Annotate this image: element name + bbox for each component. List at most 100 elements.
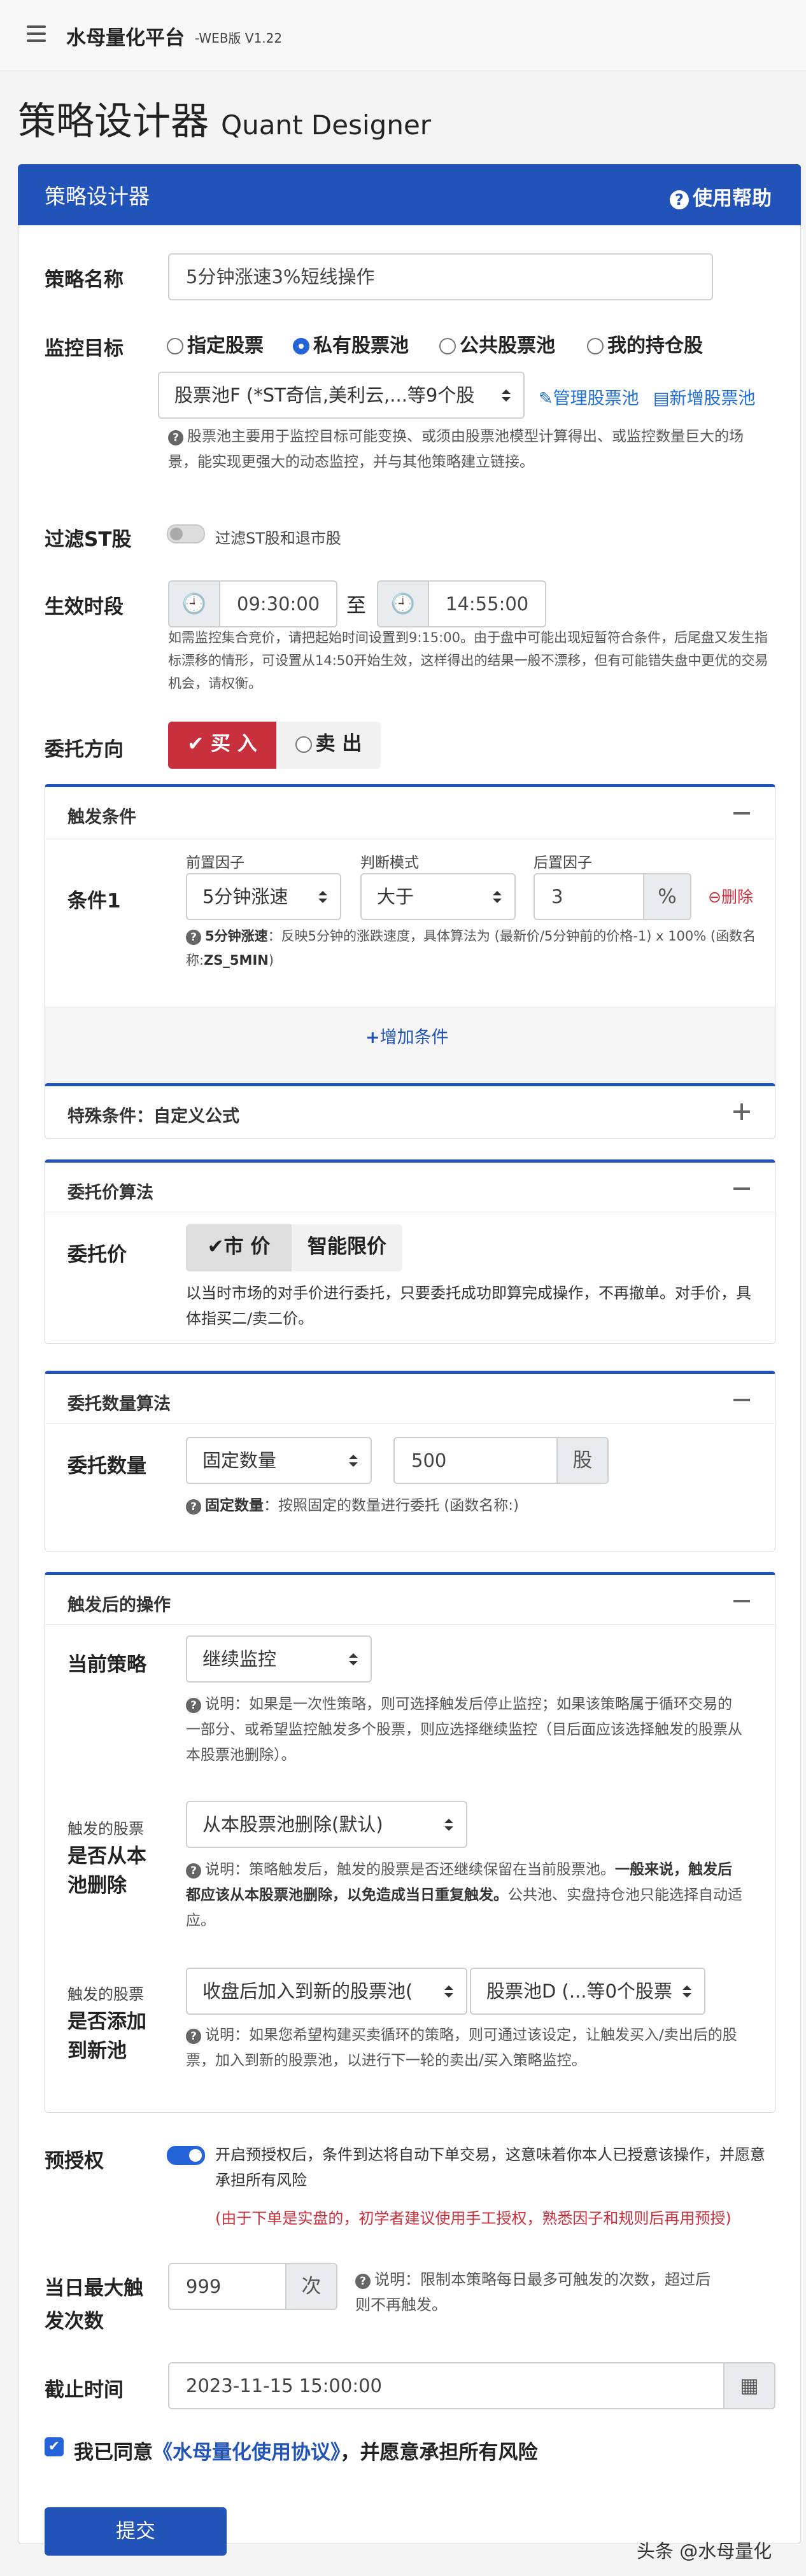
check-circle-icon: ✔: [207, 1235, 224, 1258]
list-icon: ▤: [653, 389, 670, 409]
end-clock-icon: 🕘: [377, 580, 429, 627]
radio-checked-icon: [293, 338, 309, 354]
remove-hint: ? 说明：策略触发后，触发的股票是否还继续保留在当前股票池。一般来说，触发后都应该…: [186, 1861, 742, 1929]
qty-hint: ? 固定数量：按照固定的数量进行委托 (函数名称:): [186, 1493, 753, 1518]
radio-icon: [167, 338, 183, 354]
preauth-warning: (由于下单是实盘的，初学者建议使用手工授权，熟悉因子和规则后再用预授): [215, 2209, 732, 2227]
new-pool-link[interactable]: ▤新增股票池: [653, 384, 756, 409]
target-pool-select[interactable]: 股票池D (...等0个股票: [470, 1968, 705, 2015]
add-hint: ? 说明：如果您希望构建买卖循环的策略，则可通过该设定，让触发买入/卖出后的股票，…: [186, 2027, 737, 2069]
pre-factor-select[interactable]: 5分钟涨速: [186, 873, 341, 920]
active-period-label: 生效时段: [45, 596, 124, 619]
condition-label: 条件1: [67, 890, 121, 913]
pool-select[interactable]: 股票池F (*ST奇信,美利云,...等9个股: [158, 372, 525, 419]
watermark: 头条 @水母量化: [637, 2540, 772, 2562]
toggle-knob: [189, 2149, 202, 2162]
special-title: 特殊条件：自定义公式: [67, 1107, 239, 1126]
monitor-label: 监控目标: [45, 337, 124, 360]
divider: [45, 1624, 775, 1625]
preauth-toggle[interactable]: [167, 2146, 205, 2165]
filter-st-toggle[interactable]: [167, 524, 205, 543]
radio-holdings[interactable]: 我的持仓股: [587, 330, 703, 358]
qty-algo-title: 委托数量算法: [67, 1394, 171, 1414]
monitor-hint: ? 股票池主要用于监控目标可能变换、或须由股票池模型计算得出、或监控数量巨大的场景…: [168, 428, 744, 470]
radio-icon: [587, 338, 604, 354]
edit-icon: ✎: [539, 389, 553, 409]
post-factor-input[interactable]: 3: [534, 873, 644, 920]
col-post-label: 后置因子: [534, 855, 592, 871]
col-mode-label: 判断模式: [360, 855, 419, 871]
filter-st-label: 过滤ST股: [45, 528, 132, 551]
current-strategy-label: 当前策略: [67, 1653, 146, 1676]
question-icon: ?: [355, 2274, 371, 2289]
collapse-icon[interactable]: [733, 812, 750, 815]
help-link[interactable]: ? 使用帮助: [670, 182, 772, 211]
app-version: -WEB版 V1.22: [195, 31, 283, 46]
add-pool-select[interactable]: 收盘后加入到新的股票池(: [186, 1968, 467, 2015]
after-title: 触发后的操作: [67, 1595, 171, 1615]
radio-public-pool[interactable]: 公共股票池: [439, 330, 555, 358]
add-label: 是否添加到新池: [67, 2010, 146, 2062]
app-name[interactable]: 水母量化平台: [66, 22, 185, 50]
question-icon: ?: [168, 430, 183, 445]
delete-condition-button[interactable]: ⊖删除: [708, 885, 753, 907]
start-time-input[interactable]: 09:30:00: [219, 580, 337, 627]
qty-unit: 股: [556, 1437, 609, 1484]
max-trigger-input[interactable]: 999: [168, 2263, 286, 2310]
expand-icon[interactable]: [733, 1103, 750, 1120]
menu-icon[interactable]: [27, 25, 46, 42]
smart-limit-button[interactable]: 智能限价: [292, 1224, 402, 1271]
page-title-en: Quant Designer: [221, 109, 432, 141]
radio-icon: [439, 338, 456, 354]
agreement-text: 我已同意《水母量化使用协议》，并愿意承担所有风险: [74, 2441, 538, 2464]
trigger-title: 触发条件: [67, 808, 136, 827]
remove-small-label: 触发的股票: [67, 1820, 144, 1838]
start-clock-icon: 🕘: [168, 580, 220, 627]
question-icon: ?: [670, 190, 689, 209]
agreement-checkbox[interactable]: ✔: [45, 2437, 64, 2456]
calendar-icon[interactable]: ▦: [723, 2362, 775, 2409]
question-icon: ?: [186, 1499, 201, 1515]
market-price-button[interactable]: ✔市 价: [186, 1224, 292, 1271]
divider: [45, 1423, 775, 1424]
radio-private-pool[interactable]: 私有股票池: [293, 330, 409, 358]
question-icon: ?: [186, 930, 201, 945]
remove-select[interactable]: 从本股票池删除(默认): [186, 1801, 467, 1848]
submit-button[interactable]: 提交: [45, 2507, 227, 2556]
question-icon: ?: [186, 1698, 201, 1713]
check-icon: ✔: [187, 732, 204, 755]
collapse-icon[interactable]: [733, 1600, 750, 1602]
page-title-cn: 策略设计器: [18, 99, 209, 144]
end-time-input[interactable]: 14:55:00: [428, 580, 546, 627]
toggle-knob: [170, 528, 183, 540]
qty-mode-select[interactable]: 固定数量: [186, 1437, 372, 1484]
radio-specified[interactable]: 指定股票: [167, 330, 264, 358]
max-trigger-unit: 次: [285, 2263, 337, 2310]
factor-hint: ? 5分钟涨速：反映5分钟的涨跌速度，具体算法为 (最新价/5分钟前的价格-1) …: [186, 928, 756, 968]
plus-icon: +: [365, 1028, 380, 1047]
current-strategy-select[interactable]: 继续监控: [186, 1635, 372, 1683]
help-label: 使用帮助: [693, 187, 772, 210]
add-condition-button[interactable]: +增加条件: [365, 1023, 449, 1048]
collapse-icon[interactable]: [733, 1187, 750, 1190]
active-period-hint: 如需监控集合竞价，请把起始时间设置到9:15:00。由于盘中可能出现短暂符合条件…: [168, 630, 768, 691]
current-strategy-hint: ? 说明：如果是一次性策略，则可选择触发后停止监控；如果该策略属于循环交易的一部分…: [186, 1696, 742, 1763]
strategy-name-input[interactable]: 5分钟涨速3%短线操作: [168, 253, 713, 300]
agreement-link[interactable]: 《水母量化使用协议》: [153, 2441, 341, 2464]
qty-label: 委托数量: [67, 1455, 146, 1478]
card-title: 策略设计器: [45, 184, 150, 209]
mode-select[interactable]: 大于: [360, 873, 516, 920]
direction-label: 委托方向: [45, 738, 124, 761]
sell-button[interactable]: 卖 出: [276, 722, 381, 769]
qty-input[interactable]: 500: [393, 1437, 558, 1484]
filter-st-text: 过滤ST股和退市股: [215, 529, 341, 547]
price-desc: 以当时市场的对手价进行委托，只要委托成功即算完成操作，不再撤单。对手价，具体指买…: [186, 1284, 751, 1327]
buy-button[interactable]: ✔ 买 入: [168, 722, 276, 769]
collapse-icon[interactable]: [733, 1399, 750, 1401]
manage-pool-link[interactable]: ✎管理股票池: [539, 384, 639, 409]
preauth-label: 预授权: [45, 2150, 104, 2173]
page-title: 策略设计器 Quant Designer: [18, 90, 431, 146]
radio-icon: [295, 736, 312, 753]
deadline-input[interactable]: 2023-11-15 15:00:00: [168, 2362, 725, 2409]
minus-circle-icon: ⊖: [708, 888, 721, 906]
